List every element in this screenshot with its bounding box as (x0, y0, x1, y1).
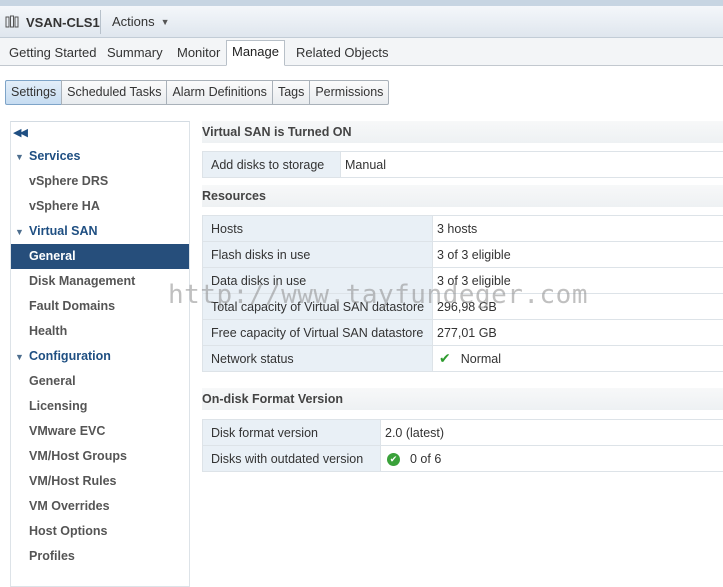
resources-heading: Resources (202, 185, 723, 207)
row-value: 277,01 GB (432, 319, 723, 346)
nav-category-configuration[interactable]: ▼ Configuration (11, 344, 189, 369)
tab-getting-started[interactable]: Getting Started (4, 42, 101, 66)
network-status: ✔ Normal (437, 350, 501, 367)
outdated-disks-text: 0 of 6 (410, 452, 442, 467)
tab-manage[interactable]: Manage (226, 40, 285, 66)
row-value: 3 hosts (432, 215, 723, 242)
nav-item-licensing[interactable]: Licensing (11, 394, 189, 419)
chevron-down-icon: ▼ (160, 16, 170, 27)
row-label: Flash disks in use (202, 241, 433, 268)
nav-item-host-options[interactable]: Host Options (11, 519, 189, 544)
outdated-disks-status: ✔ 0 of 6 (385, 452, 441, 466)
nav-item-general-vsan[interactable]: General (11, 244, 189, 269)
row-label: Network status (202, 345, 433, 372)
subtab-tags[interactable]: Tags (271, 80, 311, 105)
cluster-icon (4, 14, 20, 30)
settings-nav: ◀◀ ▼ Services vSphere DRS vSphere HA ▼ Vir… (10, 121, 190, 587)
row-value-cell: ✔ Normal (432, 345, 723, 372)
nav-item-health[interactable]: Health (11, 319, 189, 344)
row-value-cell: ✔ 0 of 6 (380, 445, 723, 472)
row-label: Free capacity of Virtual SAN datastore (202, 319, 433, 346)
table-row: Disks with outdated version ✔ 0 of 6 (202, 445, 723, 472)
vsan-settings-table: Add disks to storage Manual (202, 151, 723, 178)
table-row: Free capacity of Virtual SAN datastore 2… (202, 319, 723, 346)
row-label: Data disks in use (202, 267, 433, 294)
tab-related-objects[interactable]: Related Objects (291, 42, 394, 66)
subtab-scheduled-tasks[interactable]: Scheduled Tasks (61, 80, 168, 105)
double-chevron-left-icon[interactable]: ◀◀ (13, 126, 28, 139)
ok-status-icon: ✔ (387, 452, 400, 466)
table-row: Network status ✔ Normal (202, 345, 723, 372)
row-value: 296,98 GB (432, 293, 723, 320)
object-title: VSAN-CLS1 (26, 14, 100, 30)
row-label: Add disks to storage (202, 151, 341, 178)
table-row: Hosts 3 hosts (202, 215, 723, 242)
table-row: Data disks in use 3 of 3 eligible (202, 267, 723, 294)
row-value: 3 of 3 eligible (432, 267, 723, 294)
nav-category-label: Services (29, 149, 81, 163)
object-title-group: VSAN-CLS1 (4, 12, 100, 32)
table-row: Flash disks in use 3 of 3 eligible (202, 241, 723, 268)
row-label: Disks with outdated version (202, 445, 381, 472)
expand-triangle-icon: ▼ (15, 352, 24, 362)
resources-table: Hosts 3 hosts Flash disks in use 3 of 3 … (202, 215, 723, 372)
check-icon: ✔ (439, 350, 451, 366)
tab-monitor[interactable]: Monitor (172, 42, 225, 66)
nav-category-virtual-san[interactable]: ▼ Virtual SAN (11, 219, 189, 244)
subtab-permissions[interactable]: Permissions (309, 80, 390, 105)
tab-summary[interactable]: Summary (102, 42, 168, 66)
primary-tabs: Getting Started Summary Monitor Manage R… (0, 38, 723, 66)
row-value: Manual (340, 151, 723, 178)
subtab-settings[interactable]: Settings (5, 80, 63, 105)
object-header: VSAN-CLS1 Actions ▼ (0, 0, 723, 38)
nav-item-vsphere-drs[interactable]: vSphere DRS (11, 169, 189, 194)
ondisk-format-table: Disk format version 2.0 (latest) Disks w… (202, 419, 723, 472)
row-value: 3 of 3 eligible (432, 241, 723, 268)
row-label: Disk format version (202, 419, 381, 446)
nav-category-label: Configuration (29, 349, 111, 363)
nav-item-vm-overrides[interactable]: VM Overrides (11, 494, 189, 519)
vsan-status-heading: Virtual SAN is Turned ON (202, 121, 723, 143)
row-label: Total capacity of Virtual SAN datastore (202, 293, 433, 320)
nav-item-disk-management[interactable]: Disk Management (11, 269, 189, 294)
nav-item-fault-domains[interactable]: Fault Domains (11, 294, 189, 319)
nav-item-vsphere-ha[interactable]: vSphere HA (11, 194, 189, 219)
nav-category-label: Virtual SAN (29, 224, 98, 238)
table-row: Add disks to storage Manual (202, 151, 723, 178)
actions-label: Actions (112, 14, 155, 29)
expand-triangle-icon: ▼ (15, 152, 24, 162)
row-value: 2.0 (latest) (380, 419, 723, 446)
subtab-alarm-definitions[interactable]: Alarm Definitions (166, 80, 273, 105)
nav-item-general-config[interactable]: General (11, 369, 189, 394)
nav-item-vmware-evc[interactable]: VMware EVC (11, 419, 189, 444)
nav-item-profiles[interactable]: Profiles (11, 544, 189, 569)
header-divider (100, 10, 101, 34)
ondisk-format-heading: On-disk Format Version (202, 388, 723, 410)
expand-triangle-icon: ▼ (15, 227, 24, 237)
network-status-text: Normal (460, 351, 502, 366)
row-label: Hosts (202, 215, 433, 242)
table-row: Disk format version 2.0 (latest) (202, 419, 723, 446)
manage-subtabs: Settings Scheduled Tasks Alarm Definitio… (5, 80, 390, 105)
actions-menu-button[interactable]: Actions ▼ (112, 14, 170, 29)
nav-category-services[interactable]: ▼ Services (11, 144, 189, 169)
table-row: Total capacity of Virtual SAN datastore … (202, 293, 723, 320)
nav-item-vm-host-groups[interactable]: VM/Host Groups (11, 444, 189, 469)
nav-item-vm-host-rules[interactable]: VM/Host Rules (11, 469, 189, 494)
